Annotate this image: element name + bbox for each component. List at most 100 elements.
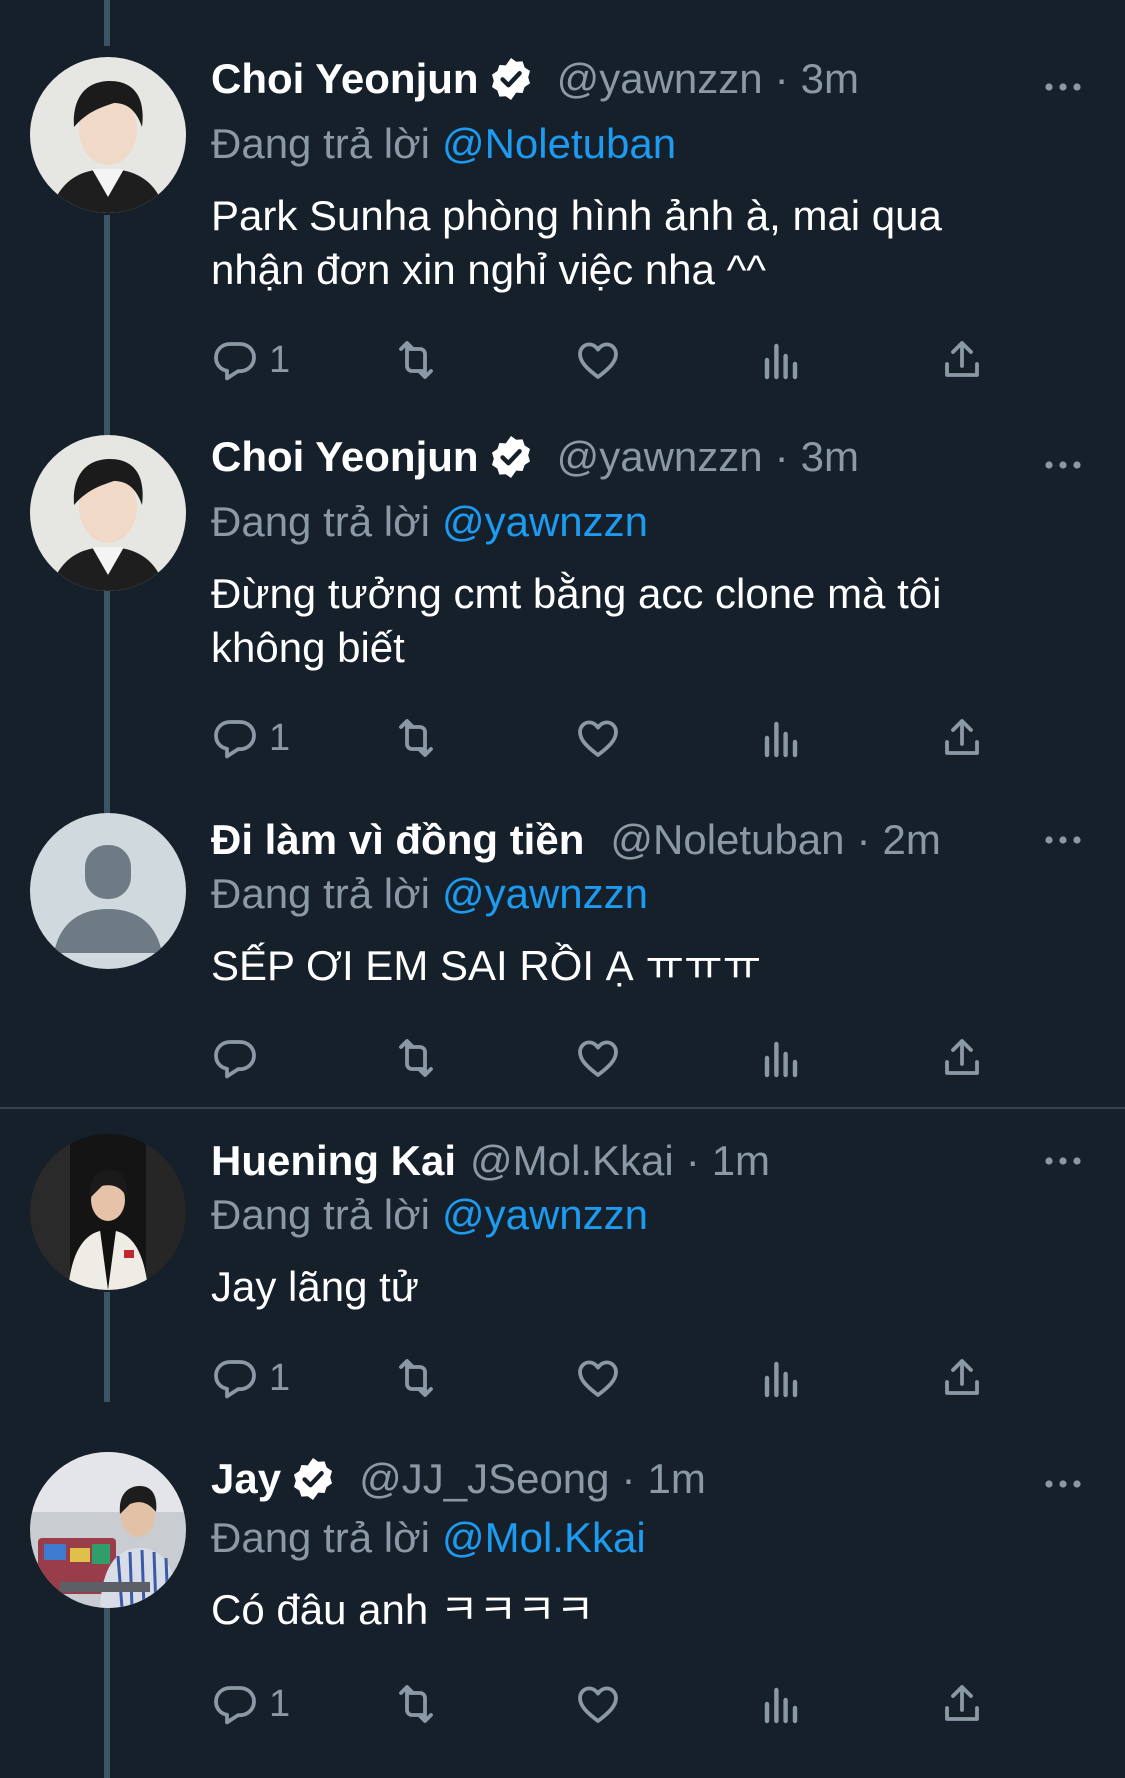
retweet-icon xyxy=(392,714,440,762)
like-button[interactable] xyxy=(574,1033,622,1083)
reply-count: 1 xyxy=(269,1356,291,1399)
timestamp[interactable]: 1m xyxy=(648,1453,706,1505)
views-button[interactable] xyxy=(757,713,805,763)
like-button[interactable] xyxy=(574,1353,622,1403)
verified-badge-icon xyxy=(289,1455,337,1503)
more-options-icon[interactable] xyxy=(1043,455,1083,475)
display-name[interactable]: Choi Yeonjun xyxy=(211,431,479,483)
share-button[interactable] xyxy=(938,335,986,385)
mention-link[interactable]: @yawnzzn xyxy=(442,1191,648,1238)
action-bar: 1 xyxy=(211,713,1011,763)
heart-icon xyxy=(574,1034,622,1082)
avatar[interactable] xyxy=(30,57,186,213)
replying-to-label: Đang trả lời xyxy=(211,120,430,167)
heart-icon xyxy=(574,336,622,384)
mention-link[interactable]: @Noletuban xyxy=(442,120,676,167)
handle[interactable]: @JJ_JSeong xyxy=(359,1453,609,1505)
more-options-icon[interactable] xyxy=(1043,77,1083,97)
thread-line xyxy=(104,1292,110,1402)
action-bar xyxy=(211,1033,1011,1083)
tweet-text: Park Sunha phòng hình ảnh à, mai qua nhậ… xyxy=(211,192,942,293)
avatar-photo xyxy=(30,57,186,213)
replying-to: Đang trả lời @yawnzzn xyxy=(211,1189,648,1241)
timestamp[interactable]: 1m xyxy=(712,1135,770,1187)
handle[interactable]: @yawnzzn xyxy=(557,53,763,105)
views-button[interactable] xyxy=(757,1679,805,1729)
reply-count: 1 xyxy=(269,338,291,381)
retweet-button[interactable] xyxy=(392,335,440,385)
retweet-button[interactable] xyxy=(392,1679,440,1729)
share-button[interactable] xyxy=(938,1679,986,1729)
retweet-button[interactable] xyxy=(392,1353,440,1403)
mention-link[interactable]: @Mol.Kkai xyxy=(442,1514,646,1561)
display-name[interactable]: Jay xyxy=(211,1453,281,1505)
views-chart-icon xyxy=(757,1680,805,1728)
avatar-photo xyxy=(30,1134,186,1290)
share-button[interactable] xyxy=(938,1033,986,1083)
tweet-text: Jay lãng tử xyxy=(211,1263,419,1310)
reply-icon xyxy=(211,1680,259,1728)
reply-icon xyxy=(211,714,259,762)
avatar[interactable] xyxy=(30,1452,186,1608)
share-icon xyxy=(938,336,986,384)
reply-button[interactable]: 1 xyxy=(211,1353,290,1403)
mention-link[interactable]: @yawnzzn xyxy=(442,870,648,917)
more-options-icon[interactable] xyxy=(1043,1151,1083,1171)
avatar[interactable] xyxy=(30,813,186,969)
share-button[interactable] xyxy=(938,713,986,763)
reply-count: 1 xyxy=(269,716,291,759)
more-options-icon[interactable] xyxy=(1043,830,1083,850)
reply-feed: Choi Yeonjun @yawnzzn · 3m Đang trả lời @… xyxy=(0,0,1125,1778)
reply-button[interactable]: 1 xyxy=(211,713,290,763)
avatar[interactable] xyxy=(30,435,186,591)
views-chart-icon xyxy=(757,714,805,762)
handle[interactable]: @yawnzzn xyxy=(557,431,763,483)
like-button[interactable] xyxy=(574,713,622,763)
tweet-text: Đừng tưởng cmt bằng acc clone mà tôi khô… xyxy=(211,570,942,671)
handle[interactable]: @Noletuban xyxy=(610,814,844,866)
share-icon xyxy=(938,1034,986,1082)
replying-to: Đang trả lời @yawnzzn xyxy=(211,496,648,548)
retweet-button[interactable] xyxy=(392,1033,440,1083)
like-button[interactable] xyxy=(574,335,622,385)
reply-icon xyxy=(211,336,259,384)
reply-icon xyxy=(211,1034,259,1082)
verified-badge-icon xyxy=(487,433,535,481)
handle[interactable]: @Mol.Kkai xyxy=(470,1135,674,1187)
replying-to-label: Đang trả lời xyxy=(211,498,430,545)
tweet-header: Jay @JJ_JSeong · 1m xyxy=(211,1453,975,1505)
display-name[interactable]: Choi Yeonjun xyxy=(211,53,479,105)
timestamp[interactable]: 3m xyxy=(801,53,859,105)
reply-button[interactable] xyxy=(211,1033,269,1083)
tweet-text: Có đâu anh ㅋㅋㅋㅋ xyxy=(211,1586,595,1633)
tweet-header: Choi Yeonjun @yawnzzn · 3m xyxy=(211,431,975,483)
avatar-photo xyxy=(30,1452,186,1608)
retweet-button[interactable] xyxy=(392,713,440,763)
reply-button[interactable]: 1 xyxy=(211,335,290,385)
replying-to-label: Đang trả lời xyxy=(211,1514,430,1561)
divider xyxy=(0,1107,1125,1109)
heart-icon xyxy=(574,714,622,762)
separator-dot: · xyxy=(856,816,871,863)
reply-button[interactable]: 1 xyxy=(211,1679,290,1729)
action-bar: 1 xyxy=(211,335,1011,385)
display-name[interactable]: Huening Kai xyxy=(211,1135,456,1187)
retweet-icon xyxy=(392,1680,440,1728)
action-bar: 1 xyxy=(211,1353,1011,1403)
action-bar: 1 xyxy=(211,1679,1011,1729)
views-button[interactable] xyxy=(757,335,805,385)
replying-to-label: Đang trả lời xyxy=(211,870,430,917)
reply-count: 1 xyxy=(269,1682,291,1725)
heart-icon xyxy=(574,1680,622,1728)
timestamp[interactable]: 3m xyxy=(801,431,859,483)
avatar[interactable] xyxy=(30,1134,186,1290)
display-name[interactable]: Đi làm vì đồng tiền xyxy=(211,814,584,866)
more-options-icon[interactable] xyxy=(1043,1474,1083,1494)
timestamp[interactable]: 2m xyxy=(883,814,941,866)
mention-link[interactable]: @yawnzzn xyxy=(442,498,648,545)
replying-to-label: Đang trả lời xyxy=(211,1191,430,1238)
share-button[interactable] xyxy=(938,1353,986,1403)
views-button[interactable] xyxy=(757,1353,805,1403)
views-button[interactable] xyxy=(757,1033,805,1083)
like-button[interactable] xyxy=(574,1679,622,1729)
